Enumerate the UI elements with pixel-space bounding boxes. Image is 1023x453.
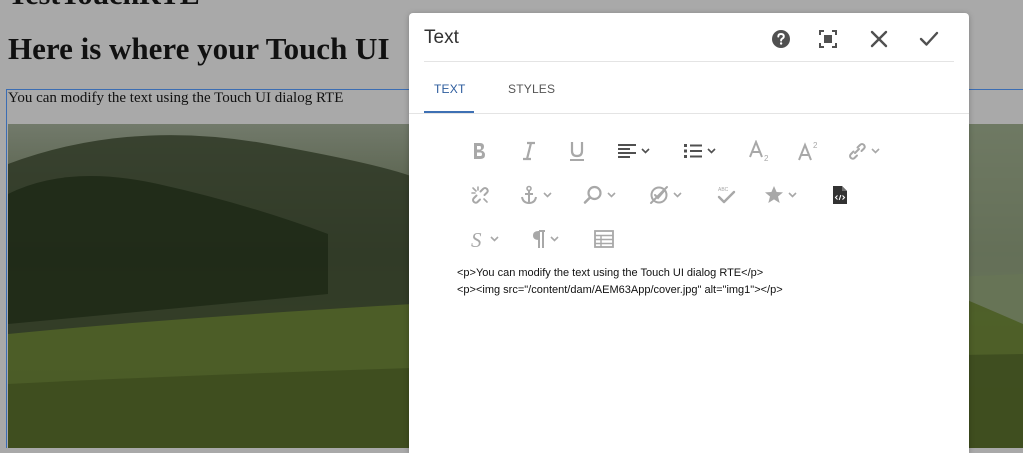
spellcheck-dropdown[interactable] bbox=[649, 181, 682, 209]
subscript-button[interactable]: 2 bbox=[749, 137, 771, 165]
italic-button[interactable] bbox=[521, 137, 537, 165]
help-button[interactable] bbox=[767, 25, 795, 53]
close-button[interactable] bbox=[865, 25, 893, 53]
source-edit-icon bbox=[833, 186, 847, 204]
tab-styles[interactable]: STYLES bbox=[508, 82, 555, 96]
check-spelling-button[interactable]: ABC bbox=[715, 181, 737, 209]
source-line: <p><img src="/content/dam/AEM63App/cover… bbox=[457, 284, 783, 296]
underline-icon bbox=[570, 142, 584, 161]
tab-text[interactable]: TEXT bbox=[434, 82, 465, 96]
close-icon bbox=[870, 30, 888, 48]
text-dialog: Text TEXT STYLES 2 2 ABC S <p>You can mo… bbox=[409, 13, 969, 453]
svg-text:S: S bbox=[471, 229, 482, 249]
chevron-down-icon bbox=[641, 148, 650, 154]
svg-text:2: 2 bbox=[764, 154, 769, 162]
unlink-icon bbox=[471, 186, 489, 204]
chevron-down-icon bbox=[673, 192, 682, 198]
done-button[interactable] bbox=[915, 25, 943, 53]
fullscreen-button[interactable] bbox=[814, 25, 842, 53]
chevron-down-icon bbox=[871, 148, 880, 154]
find-replace-icon bbox=[583, 185, 602, 204]
check-icon bbox=[919, 31, 939, 46]
anchor-dropdown[interactable] bbox=[519, 181, 552, 209]
chevron-down-icon bbox=[550, 236, 559, 242]
styles-dropdown[interactable]: S bbox=[470, 225, 499, 253]
tabs-divider bbox=[409, 113, 969, 114]
special-chars-dropdown[interactable] bbox=[764, 181, 797, 209]
svg-text:2: 2 bbox=[813, 141, 818, 150]
unlink-button[interactable] bbox=[470, 181, 490, 209]
superscript-icon: 2 bbox=[798, 141, 818, 161]
dialog-title: Text bbox=[424, 27, 459, 48]
paragraph-format-dropdown[interactable] bbox=[532, 225, 559, 253]
superscript-button[interactable]: 2 bbox=[798, 137, 820, 165]
paragraph-format-icon bbox=[533, 230, 545, 248]
source-editor[interactable]: <p>You can modify the text using the Tou… bbox=[457, 265, 937, 299]
list-icon bbox=[684, 144, 702, 158]
find-replace-dropdown[interactable] bbox=[583, 181, 616, 209]
page-title: TestTouchRTE bbox=[8, 0, 200, 12]
source-edit-button[interactable] bbox=[832, 181, 848, 209]
chevron-down-icon bbox=[707, 148, 716, 154]
link-icon bbox=[849, 143, 866, 160]
header-divider bbox=[424, 61, 954, 62]
chevron-down-icon bbox=[607, 192, 616, 198]
page-paragraph: You can modify the text using the Touch … bbox=[8, 90, 344, 106]
styles-icon: S bbox=[471, 229, 482, 249]
bold-button[interactable] bbox=[470, 137, 488, 165]
page-heading: Here is where your Touch UI bbox=[8, 31, 390, 66]
check-spelling-icon: ABC bbox=[717, 187, 736, 204]
table-icon bbox=[594, 230, 614, 248]
subscript-icon: 2 bbox=[749, 140, 769, 162]
bold-icon bbox=[474, 143, 485, 159]
justify-icon bbox=[618, 144, 636, 158]
underline-button[interactable] bbox=[568, 137, 586, 165]
italic-icon bbox=[523, 141, 535, 161]
fullscreen-icon bbox=[819, 30, 837, 48]
svg-text:ABC: ABC bbox=[718, 187, 729, 193]
chevron-down-icon bbox=[543, 192, 552, 198]
anchor-icon bbox=[521, 185, 537, 205]
source-line: <p>You can modify the text using the Tou… bbox=[457, 267, 764, 279]
chevron-down-icon bbox=[788, 192, 797, 198]
special-chars-icon bbox=[765, 186, 783, 203]
list-dropdown[interactable] bbox=[683, 137, 716, 165]
link-dropdown[interactable] bbox=[847, 137, 880, 165]
spellcheck-icon bbox=[650, 186, 668, 204]
chevron-down-icon bbox=[490, 236, 499, 242]
table-button[interactable] bbox=[594, 225, 614, 253]
justify-dropdown[interactable] bbox=[617, 137, 650, 165]
help-icon bbox=[772, 30, 790, 48]
